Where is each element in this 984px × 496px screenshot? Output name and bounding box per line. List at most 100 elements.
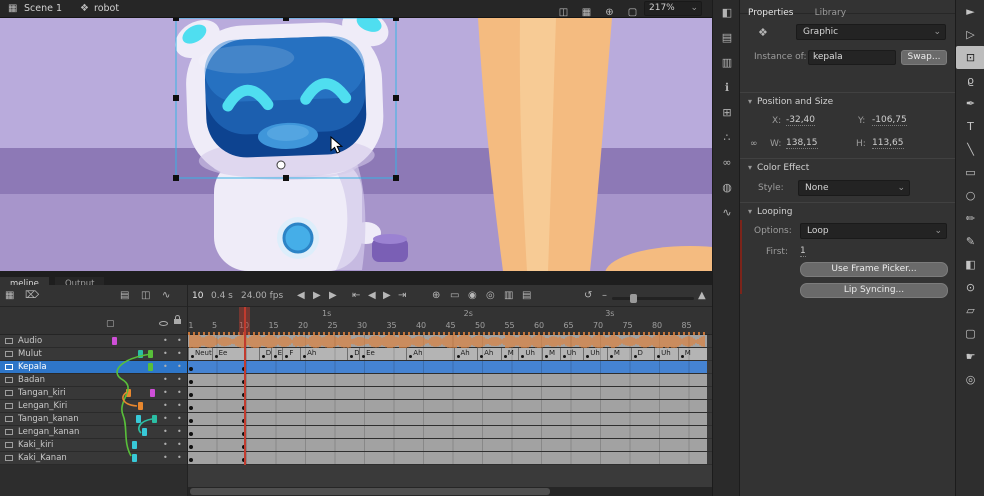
instance-name-field[interactable]: kepala — [808, 50, 896, 65]
prev-keyframe-button[interactable]: ◀ — [368, 288, 376, 304]
zoom-tool[interactable]: ◎ — [956, 368, 984, 391]
phoneme-keyframe[interactable]: Uh — [654, 348, 678, 360]
phoneme-keyframe[interactable]: Uh — [583, 348, 607, 360]
style-select[interactable]: None ⌄ — [798, 180, 910, 196]
phoneme-keyframe[interactable]: D — [259, 348, 271, 360]
first-frame-button[interactable]: ⇤ — [352, 288, 360, 304]
robot-head[interactable] — [167, 18, 399, 182]
scene-name[interactable]: Scene 1 — [24, 3, 62, 14]
clip-outside-icon[interactable]: ▢ — [621, 4, 644, 22]
h-value[interactable]: 113,65 — [872, 138, 904, 149]
zoom-select[interactable]: 217% ⌄ — [644, 1, 702, 16]
layer-frames-lengan_kiri[interactable] — [188, 400, 712, 413]
phoneme-keyframe[interactable]: Ee — [212, 348, 259, 360]
transform-handle[interactable] — [393, 175, 399, 181]
swap-button[interactable]: Swap... — [901, 50, 947, 65]
scrollbar-thumb[interactable] — [190, 488, 550, 495]
keyframe-dot[interactable] — [189, 445, 193, 449]
layer-visibility-dot[interactable]: • — [163, 413, 168, 425]
timeline-horizontal-scrollbar[interactable] — [188, 487, 712, 496]
brush-tool[interactable]: ✎ — [956, 230, 984, 253]
phoneme-keyframe[interactable]: Ah — [454, 348, 478, 360]
layer-item-audio[interactable]: Audio•• — [0, 335, 188, 348]
library-panel-icon[interactable]: ▤ — [713, 25, 741, 50]
layer-frames-tangan_kanan[interactable] — [188, 413, 712, 426]
timeline-zoom-max-button[interactable]: ▲ — [698, 288, 706, 304]
layer-visibility-dot[interactable]: • — [163, 439, 168, 451]
frames-area[interactable]: NeutralEeDEeFAhDEeAhAhAhMUhMUhUhMDUhM — [188, 335, 712, 465]
transform-handle[interactable] — [393, 95, 399, 101]
filter-view-button[interactable]: ◫ — [141, 288, 150, 304]
playhead-marker[interactable] — [239, 307, 250, 335]
keyframe-dot[interactable] — [189, 393, 193, 397]
tab-library[interactable]: Library — [815, 7, 846, 20]
layer-frames-lengan_kanan[interactable] — [188, 426, 712, 439]
free-transform-tool[interactable]: ⊡ — [956, 46, 984, 69]
layer-lock-dot[interactable]: • — [177, 335, 182, 347]
phoneme-keyframe[interactable]: D — [631, 348, 655, 360]
transform-handle[interactable] — [283, 18, 289, 21]
loop-range-button[interactable]: ▭ — [450, 288, 459, 304]
selection-tool[interactable]: ► — [956, 0, 984, 23]
current-frame[interactable]: 10 — [192, 291, 203, 301]
delete-layer-button[interactable]: ⌦ — [25, 288, 39, 304]
transform-handle[interactable] — [283, 175, 289, 181]
align-panel-icon[interactable]: ▥ — [713, 50, 741, 75]
reset-timeline-zoom-button[interactable]: ↺ — [584, 288, 592, 304]
center-stage-icon[interactable]: ⊕ — [598, 4, 621, 22]
symbol-name[interactable]: robot — [94, 3, 119, 14]
layer-frames-kaki_kanan[interactable] — [188, 452, 712, 465]
color-effect-header[interactable]: ▾Color Effect — [740, 158, 955, 175]
stage[interactable] — [0, 18, 712, 271]
keyframe-dot[interactable] — [189, 380, 193, 384]
properties-panel-icon[interactable]: ◧ — [713, 0, 741, 25]
camera-tool[interactable]: ▢ — [956, 322, 984, 345]
timeline-zoom-slider[interactable] — [612, 297, 694, 300]
layer-lock-dot[interactable]: • — [177, 348, 182, 360]
layer-item-kepala[interactable]: Kepala•• — [0, 361, 188, 374]
rectangle-tool[interactable]: ▭ — [956, 161, 984, 184]
symbol-type-select[interactable]: Graphic ⌄ — [796, 24, 946, 40]
timeline-zoom-thumb[interactable] — [630, 294, 637, 303]
phoneme-keyframe[interactable]: D — [347, 348, 359, 360]
line-tool[interactable]: ╲ — [956, 138, 984, 161]
layer-frames-divider[interactable] — [187, 285, 188, 496]
transform-handle[interactable] — [393, 18, 399, 21]
layer-item-kaki_kanan[interactable]: Kaki_Kanan•• — [0, 452, 188, 465]
next-keyframe-button[interactable]: ▶ — [383, 288, 391, 304]
transform-panel-icon[interactable]: ⊞ — [713, 100, 741, 125]
layer-lock-dot[interactable]: • — [177, 439, 182, 451]
lasso-tool[interactable]: ϱ — [956, 69, 984, 92]
phoneme-keyframe[interactable]: Neutral — [188, 348, 212, 360]
layer-view-button[interactable]: ▤ — [120, 288, 129, 304]
phoneme-keyframe[interactable]: Ee — [271, 348, 283, 360]
pen-tool[interactable]: ✒ — [956, 92, 984, 115]
position-size-header[interactable]: ▾Position and Size — [740, 92, 955, 109]
phoneme-keyframe[interactable]: Ah — [300, 348, 347, 360]
x-value[interactable]: -32,40 — [786, 115, 815, 126]
eyedropper-tool[interactable]: ⊙ — [956, 276, 984, 299]
center-playhead-button[interactable]: ⊕ — [432, 288, 440, 304]
text-tool[interactable]: T — [956, 115, 984, 138]
marker-options-button[interactable]: ▤ — [522, 288, 531, 304]
layer-visibility-dot[interactable]: • — [163, 348, 168, 360]
layer-frames-badan[interactable] — [188, 374, 712, 387]
layer-lock-dot[interactable]: • — [177, 413, 182, 425]
transform-handle[interactable] — [173, 95, 179, 101]
phoneme-keyframe[interactable]: M — [607, 348, 631, 360]
pencil-tool[interactable]: ✏ — [956, 207, 984, 230]
layer-item-tangan_kiri[interactable]: Tangan_kiri•• — [0, 387, 188, 400]
layer-visibility-dot[interactable]: • — [163, 374, 168, 386]
last-frame-button[interactable]: ⇥ — [398, 288, 406, 304]
phoneme-keyframe[interactable]: M — [542, 348, 560, 360]
phoneme-keyframe[interactable]: Uh — [518, 348, 542, 360]
layer-visibility-dot[interactable]: • — [163, 387, 168, 399]
tab-properties[interactable]: Properties — [748, 7, 793, 20]
layer-frames-audio[interactable] — [188, 335, 712, 348]
layer-lock-dot[interactable]: • — [177, 361, 182, 373]
lock-column-icon[interactable] — [174, 315, 181, 327]
w-value[interactable]: 138,15 — [786, 138, 818, 149]
layer-visibility-dot[interactable]: • — [163, 335, 168, 347]
use-frame-picker-button[interactable]: Use Frame Picker... — [800, 262, 948, 277]
layer-item-lengan_kanan[interactable]: Lengan_kanan•• — [0, 426, 188, 439]
